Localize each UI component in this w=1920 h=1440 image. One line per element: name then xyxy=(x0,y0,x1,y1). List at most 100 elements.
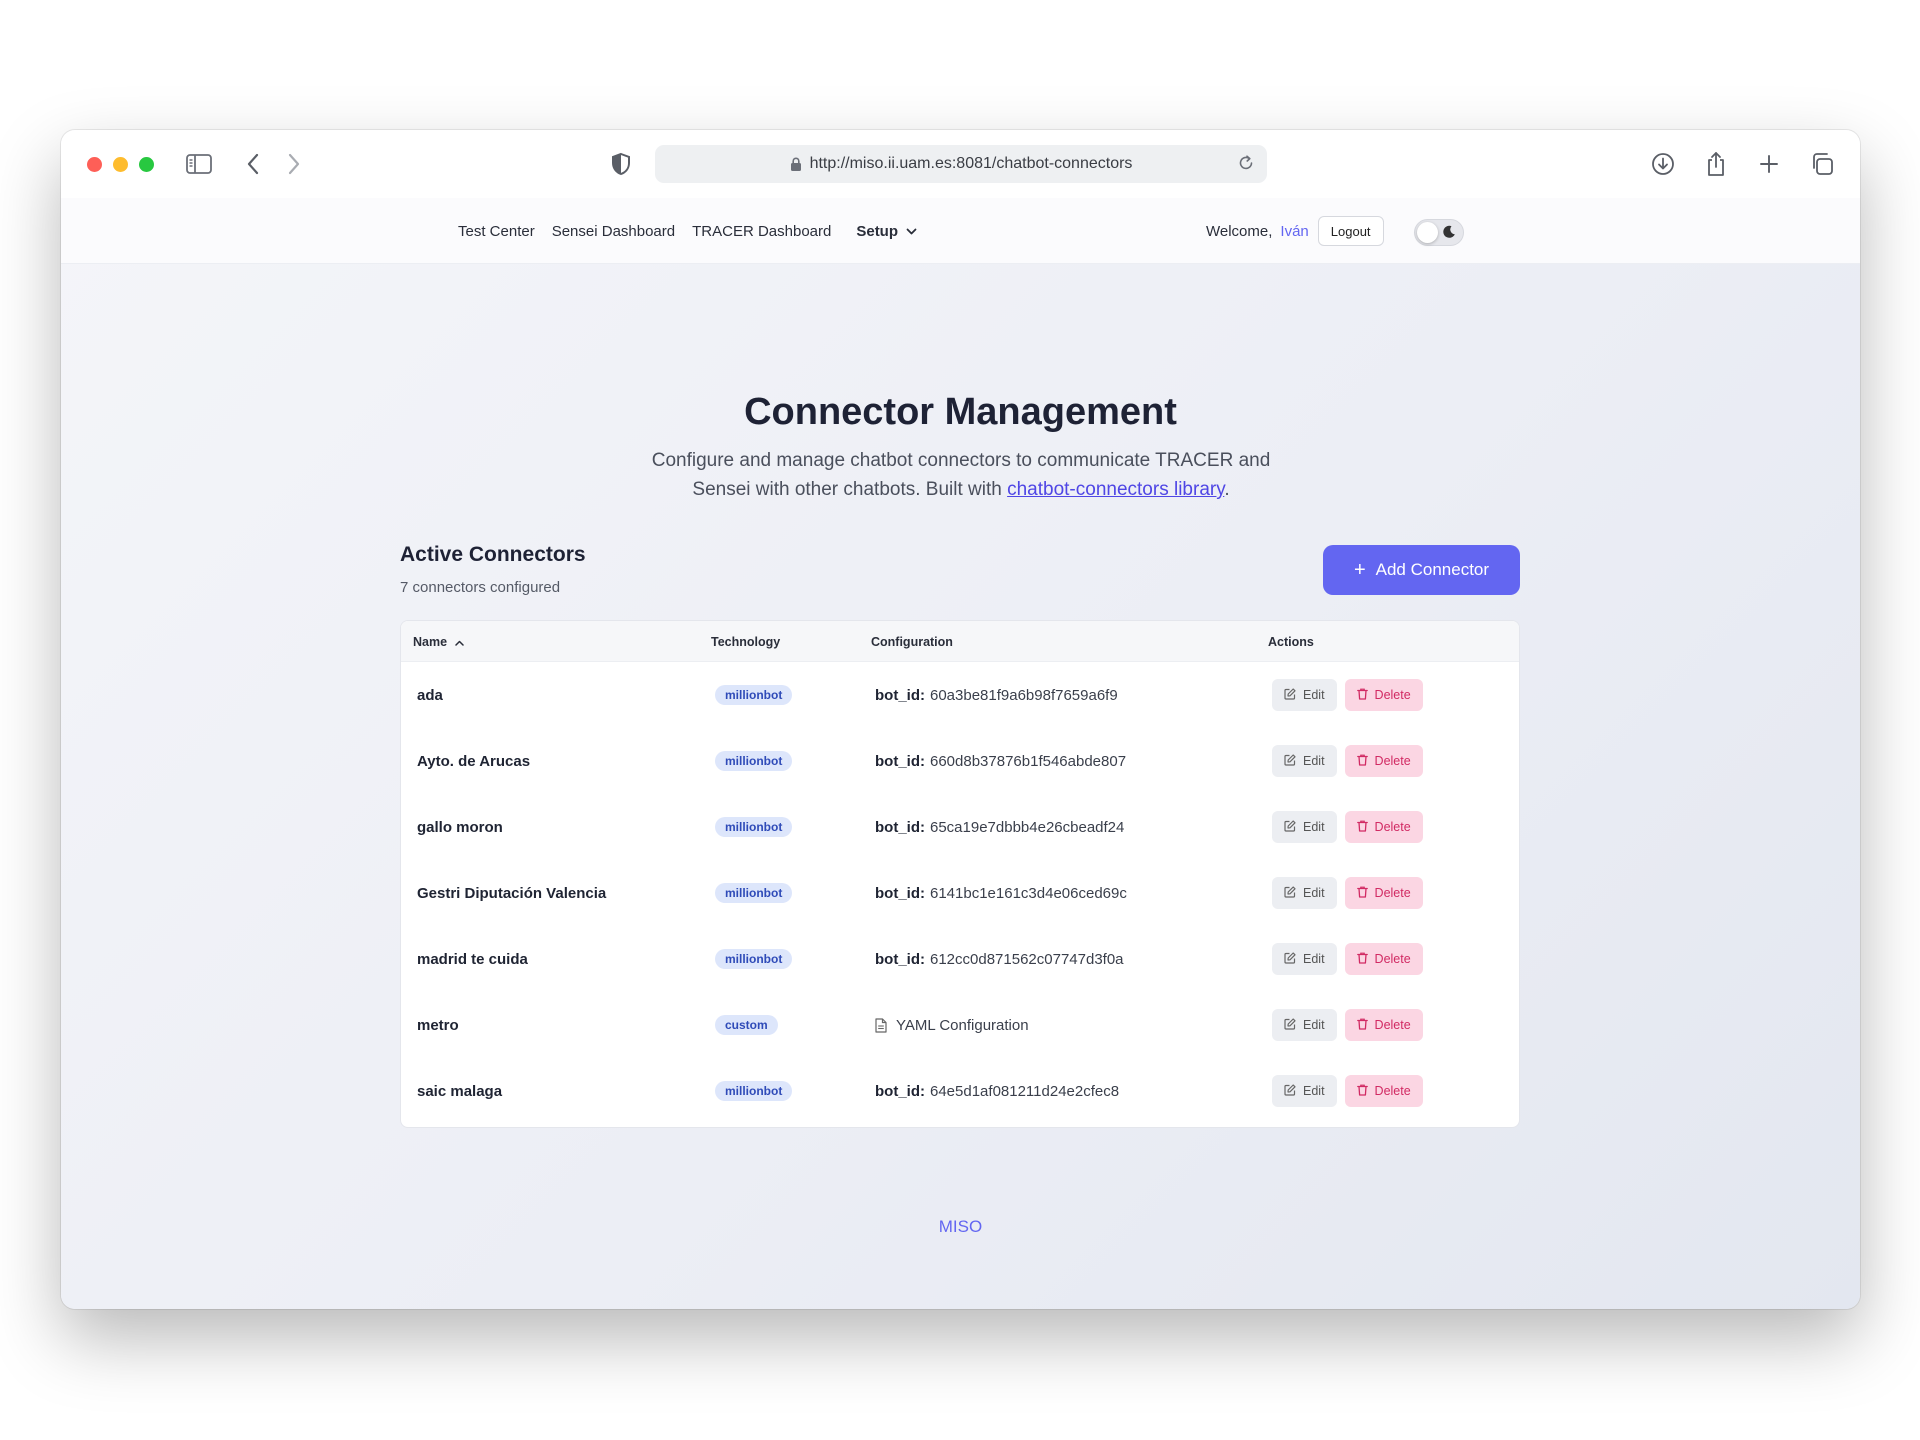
technology-cell: millionbot xyxy=(715,860,793,926)
edit-icon xyxy=(1284,687,1296,703)
column-header-actions: Actions xyxy=(1268,634,1314,649)
config-value: YAML Configuration xyxy=(896,1016,1029,1034)
nav-setup-dropdown[interactable]: Setup xyxy=(856,223,917,240)
connector-name: saic malaga xyxy=(417,1082,503,1100)
edit-button[interactable]: Edit xyxy=(1272,679,1337,711)
sidebar-toggle-icon[interactable] xyxy=(183,148,215,180)
delete-button[interactable]: Delete xyxy=(1344,811,1423,843)
column-header-name[interactable]: Name xyxy=(413,621,464,662)
nav-test-center[interactable]: Test Center xyxy=(458,223,535,240)
config-key: bot_id: xyxy=(875,686,925,704)
forward-icon[interactable] xyxy=(278,148,310,180)
config-value: 660d8b37876b1f546abde807 xyxy=(930,752,1127,770)
new-tab-icon[interactable] xyxy=(1753,148,1785,180)
configuration-cell: bot_id: 660d8b37876b1f546abde807 xyxy=(875,728,1126,794)
theme-toggle[interactable] xyxy=(1414,219,1464,246)
config-key: bot_id: xyxy=(875,1082,925,1100)
edit-label: Edit xyxy=(1303,1084,1325,1098)
config-key: bot_id: xyxy=(875,818,925,836)
technology-cell: millionbot xyxy=(715,926,793,992)
config-value: 64e5d1af081211d24e2cfec8 xyxy=(930,1082,1120,1100)
edit-button[interactable]: Edit xyxy=(1272,745,1337,777)
table-row: ada millionbot bot_id: 60a3be81f9a6b98f76… xyxy=(401,662,1519,728)
trash-icon xyxy=(1356,754,1368,769)
technology-cell: custom xyxy=(715,992,778,1058)
nav-sensei-dashboard[interactable]: Sensei Dashboard xyxy=(552,223,675,240)
address-bar[interactable]: http://miso.ii.uam.es:8081/chatbot-conne… xyxy=(655,145,1267,183)
user-area: Welcome, Iván Logout xyxy=(1206,198,1384,264)
technology-badge: millionbot xyxy=(715,817,793,837)
edit-button[interactable]: Edit xyxy=(1272,1075,1337,1107)
column-header-technology: Technology xyxy=(711,634,781,649)
edit-button[interactable]: Edit xyxy=(1272,943,1337,975)
configuration-cell: bot_id: 65ca19e7dbbb4e26cbeadf24 xyxy=(875,794,1124,860)
welcome-text: Welcome, xyxy=(1206,222,1273,240)
table-row: gallo moron millionbot bot_id: 65ca19e7db… xyxy=(401,794,1519,860)
edit-label: Edit xyxy=(1303,1018,1325,1032)
delete-button[interactable]: Delete xyxy=(1344,745,1423,777)
nav-links: Test Center Sensei Dashboard TRACER Dash… xyxy=(458,198,917,264)
delete-button[interactable]: Delete xyxy=(1344,943,1423,975)
edit-label: Edit xyxy=(1303,886,1325,900)
edit-button[interactable]: Edit xyxy=(1272,1009,1337,1041)
connector-count: 7 connectors configured xyxy=(400,579,561,596)
minimize-window-button[interactable] xyxy=(113,157,128,172)
moon-icon xyxy=(1442,225,1456,239)
delete-button[interactable]: Delete xyxy=(1344,877,1423,909)
delete-button[interactable]: Delete xyxy=(1344,1075,1423,1107)
table-header: Name Technology Configuration Actions xyxy=(401,621,1519,662)
technology-cell: millionbot xyxy=(715,662,793,728)
subtitle-period: . xyxy=(1224,479,1230,500)
share-icon[interactable] xyxy=(1700,148,1732,180)
delete-button[interactable]: Delete xyxy=(1344,1009,1423,1041)
delete-button[interactable]: Delete xyxy=(1344,679,1423,711)
back-icon[interactable] xyxy=(237,148,269,180)
delete-label: Delete xyxy=(1374,1084,1411,1098)
table-row: saic malaga millionbot bot_id: 64e5d1af08… xyxy=(401,1058,1519,1124)
browser-toolbar: http://miso.ii.uam.es:8081/chatbot-conne… xyxy=(61,130,1860,198)
connector-name: ada xyxy=(417,686,443,704)
table-row: Gestri Diputación Valencia millionbot bo… xyxy=(401,860,1519,926)
column-header-configuration: Configuration xyxy=(871,634,953,649)
tab-overview-icon[interactable] xyxy=(1806,148,1838,180)
add-connector-button[interactable]: + Add Connector xyxy=(1323,545,1520,595)
config-value: 60a3be81f9a6b98f7659a6f9 xyxy=(930,686,1118,704)
edit-button[interactable]: Edit xyxy=(1272,877,1337,909)
document-icon xyxy=(875,1017,887,1033)
zoom-window-button[interactable] xyxy=(139,157,154,172)
reload-icon[interactable] xyxy=(1237,154,1255,172)
technology-badge: millionbot xyxy=(715,1081,793,1101)
technology-cell: millionbot xyxy=(715,1058,793,1124)
edit-button[interactable]: Edit xyxy=(1272,811,1337,843)
edit-label: Edit xyxy=(1303,952,1325,966)
delete-label: Delete xyxy=(1374,886,1411,900)
edit-icon xyxy=(1284,1017,1296,1033)
trash-icon xyxy=(1356,886,1368,901)
configuration-cell: bot_id: 6141bc1e161c3d4e06ced69c xyxy=(875,860,1127,926)
connector-name: madrid te cuida xyxy=(417,950,528,968)
username-link[interactable]: Iván xyxy=(1280,223,1308,240)
table-row: Ayto. de Arucas millionbot bot_id: 660d8b… xyxy=(401,728,1519,794)
technology-badge: millionbot xyxy=(715,883,793,903)
plus-icon: + xyxy=(1353,559,1366,581)
column-header-label: Name xyxy=(413,634,448,649)
logout-button[interactable]: Logout xyxy=(1317,216,1384,246)
config-key: bot_id: xyxy=(875,752,925,770)
page-content: Test Center Sensei Dashboard TRACER Dash… xyxy=(61,198,1860,1309)
privacy-shield-icon[interactable] xyxy=(605,148,637,180)
close-window-button[interactable] xyxy=(87,157,102,172)
edit-icon xyxy=(1284,753,1296,769)
technology-cell: millionbot xyxy=(715,728,793,794)
actions-cell: Edit Delete xyxy=(1272,992,1423,1058)
delete-label: Delete xyxy=(1374,688,1411,702)
page-title: Connector Management xyxy=(744,391,1177,433)
configuration-cell: bot_id: 60a3be81f9a6b98f7659a6f9 xyxy=(875,662,1118,728)
page-subtitle: Configure and manage chatbot connectors … xyxy=(621,446,1301,504)
chevron-down-icon xyxy=(906,223,917,240)
edit-icon xyxy=(1284,885,1296,901)
library-link[interactable]: chatbot-connectors library xyxy=(1007,479,1224,500)
downloads-icon[interactable] xyxy=(1647,148,1679,180)
nav-tracer-dashboard[interactable]: TRACER Dashboard xyxy=(692,223,831,240)
table-row: madrid te cuida millionbot bot_id: 612cc0… xyxy=(401,926,1519,992)
config-key: bot_id: xyxy=(875,884,925,902)
